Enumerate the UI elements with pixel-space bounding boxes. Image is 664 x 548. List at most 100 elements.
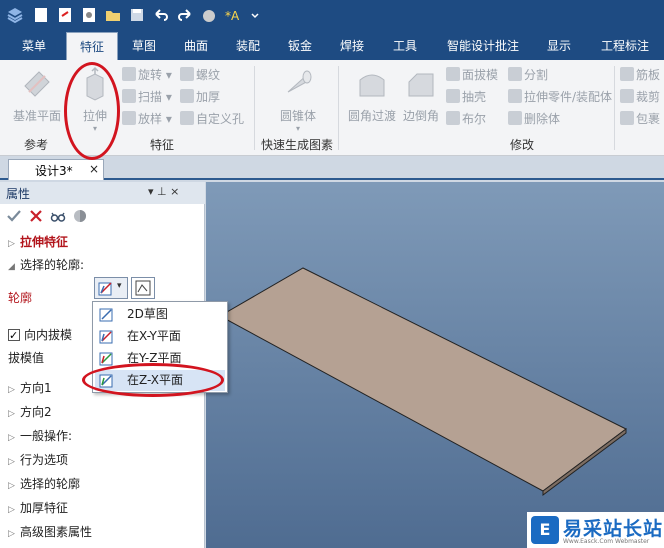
new-design-icon[interactable] — [56, 6, 74, 24]
extruded-plate-top[interactable] — [218, 267, 627, 492]
fillet-icon — [359, 74, 385, 97]
group-label-modify: 修改 — [509, 138, 534, 152]
trim-button[interactable]: 裁剪 — [620, 88, 660, 106]
shell-button[interactable]: 抽壳 — [446, 88, 486, 106]
section-direction2[interactable]: ▷ 方向2 — [8, 402, 52, 422]
collapsed-arrow-icon: ▷ — [8, 457, 15, 467]
menu-item-xy-plane[interactable]: 在X-Y平面 — [95, 326, 225, 347]
open-folder-icon[interactable] — [104, 6, 122, 24]
sweep-button[interactable]: 扫描 ▾ — [122, 88, 172, 106]
face-draft-button[interactable]: 面拔模 — [446, 66, 498, 84]
tab-assembly[interactable]: 装配 — [226, 32, 270, 60]
section-behavior[interactable]: ▷ 行为选项 — [8, 450, 68, 470]
collapsed-arrow-icon: ▷ — [8, 433, 15, 443]
render-icon[interactable] — [200, 6, 218, 24]
collapsed-arrow-icon: ▷ — [8, 481, 15, 491]
watermark: E 易采站长站 Www.Easck.Com Webmaster — [527, 512, 664, 548]
sketch-2d-icon — [99, 308, 113, 322]
fillet-label: 圆角过渡 — [347, 109, 396, 123]
tab-weld[interactable]: 焊接 — [330, 32, 374, 60]
shading-sphere-icon[interactable] — [72, 208, 88, 224]
collapsed-arrow-icon: ▷ — [8, 239, 15, 249]
section-direction1[interactable]: ▷ 方向1 — [8, 378, 52, 398]
rib-icon — [620, 67, 634, 81]
tab-surface[interactable]: 曲面 — [174, 32, 218, 60]
tab-feature[interactable]: 特征 — [66, 32, 118, 60]
cancel-x-icon[interactable] — [28, 208, 44, 224]
trim-icon — [620, 89, 634, 103]
ribbon-tab-bar: 菜单 特征 草图 曲面 装配 钣金 焊接 工具 智能设计批注 显示 工程标注 — [0, 32, 664, 60]
delete-body-icon — [508, 111, 522, 125]
tab-smart-annotation[interactable]: 智能设计批注 — [438, 32, 528, 60]
yz-plane-icon — [99, 352, 113, 366]
boolean-button[interactable]: 布尔 — [446, 110, 486, 128]
ref-plane-button[interactable]: 基准平面 — [6, 66, 68, 124]
custom-hole-icon — [180, 111, 194, 125]
group-label-quick-gen: 快速生成图素 — [260, 138, 333, 152]
preview-glasses-icon[interactable] — [50, 208, 66, 224]
annotation-ellipse-extrude — [64, 62, 120, 160]
doc-tab-close-icon[interactable]: × — [89, 162, 99, 176]
section-advanced[interactable]: ▷ 高级图素属性 — [8, 522, 92, 542]
sparkle-icon[interactable]: *A — [224, 6, 242, 24]
fillet-button[interactable]: 圆角过渡 — [346, 66, 398, 124]
section-general-ops[interactable]: ▷ 一般操作: — [8, 426, 72, 446]
app-logo-icon[interactable] — [6, 6, 24, 24]
tab-engineering-annotation[interactable]: 工程标注 — [592, 32, 658, 60]
save-icon[interactable] — [128, 6, 146, 24]
split-button[interactable]: 分割 — [508, 66, 548, 84]
tab-menu[interactable]: 菜单 — [10, 32, 58, 60]
annotation-ellipse-zx-plane — [82, 363, 224, 397]
cone-more-icon: ▾ — [295, 124, 300, 133]
chamfer-button[interactable]: 边倒角 — [400, 66, 442, 124]
collapsed-arrow-icon: ▷ — [8, 529, 15, 539]
draft-value-label: 拔模值 — [8, 351, 45, 365]
checkmark-icon: ✓ — [9, 329, 19, 342]
extrude-part-icon — [508, 89, 522, 103]
quick-access-toolbar: *A — [0, 0, 664, 32]
cone-button[interactable]: 圆锥体 ▾ — [270, 66, 326, 133]
section-extrude-feature[interactable]: ▷ 拉伸特征 — [8, 232, 68, 252]
tab-sheetmetal[interactable]: 钣金 — [280, 32, 320, 60]
menu-item-2d-sketch[interactable]: 2D草图 — [95, 304, 225, 325]
tab-tools[interactable]: 工具 — [384, 32, 426, 60]
custom-hole-button[interactable]: 自定义孔 — [180, 110, 244, 128]
delete-body-button[interactable]: 删除体 — [508, 110, 560, 128]
section-selected-profile2[interactable]: ▷ 选择的轮廓 — [8, 474, 80, 494]
undo-icon[interactable] — [152, 6, 170, 24]
redo-icon[interactable] — [176, 6, 194, 24]
new-file-icon[interactable] — [32, 6, 50, 24]
chevron-down-icon: ▾ — [117, 281, 122, 291]
inner-draft-checkbox[interactable]: ✓ — [8, 329, 20, 342]
panel-controls[interactable]: ▾ ⊥ × — [148, 185, 179, 198]
thread-button[interactable]: 螺纹 — [180, 66, 220, 84]
collapsed-arrow-icon: ▷ — [8, 505, 15, 515]
collapsed-arrow-icon: ▷ — [8, 385, 15, 395]
revolve-button[interactable]: 旋转 ▾ — [122, 66, 172, 84]
loft-button[interactable]: 放样 ▾ — [122, 110, 172, 128]
customize-dropdown-icon[interactable] — [246, 6, 259, 24]
loft-icon — [122, 111, 136, 125]
profile-sketch-icon — [135, 280, 151, 296]
document-tab-strip: 设计3* × — [0, 156, 664, 180]
3d-viewport[interactable] — [206, 182, 664, 548]
doc-tab-design3[interactable]: 设计3* × — [8, 159, 104, 180]
new-drawing-icon[interactable] — [80, 6, 98, 24]
tab-sketch[interactable]: 草图 — [124, 32, 164, 60]
extrude-part-button[interactable]: 拉伸零件/装配体 — [508, 88, 612, 106]
svg-text:*A: *A — [225, 9, 240, 23]
tab-display[interactable]: 显示 — [538, 32, 580, 60]
confirm-check-icon[interactable] — [6, 208, 22, 224]
thicken-button[interactable]: 加厚 — [180, 88, 220, 106]
chamfer-label: 边倒角 — [402, 109, 439, 123]
profile-dropdown-button[interactable]: ▾ — [94, 277, 128, 299]
revolve-icon — [122, 67, 136, 81]
rib-button[interactable]: 筋板 — [620, 66, 660, 84]
inner-draft-checkbox-row[interactable]: ✓ 向内拔模 — [8, 325, 72, 345]
profile-select-button[interactable] — [131, 277, 155, 299]
sketch-plane-icon — [98, 282, 112, 296]
section-thicken[interactable]: ▷ 加厚特征 — [8, 498, 68, 518]
wrap-button[interactable]: 包裹 — [620, 110, 660, 128]
section-selected-profile[interactable]: ◢ 选择的轮廓: — [8, 255, 84, 275]
ref-plane-label: 基准平面 — [12, 109, 61, 123]
